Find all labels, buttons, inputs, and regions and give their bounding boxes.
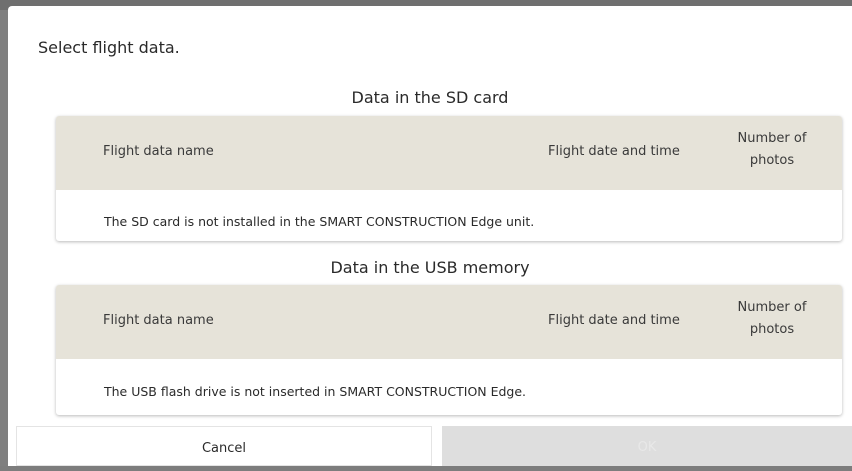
usb-col-flight-date: Flight date and time — [548, 313, 680, 328]
dialog-title: Select flight data. — [38, 38, 180, 57]
sd-table-header: Flight data name Flight date and time Nu… — [56, 116, 842, 190]
sd-col-photo-count: Number of photos — [737, 131, 807, 168]
dialog-button-row: Cancel OK — [16, 426, 852, 466]
sd-section-title: Data in the SD card — [351, 88, 509, 107]
usb-table-header: Flight data name Flight date and time Nu… — [56, 285, 842, 359]
usb-section-title: Data in the USB memory — [330, 258, 530, 277]
sd-col-flight-name: Flight data name — [103, 144, 214, 159]
cancel-button[interactable]: Cancel — [16, 426, 432, 466]
select-flight-data-dialog: Select flight data. Data in the SD card … — [8, 6, 852, 466]
sd-col-flight-date: Flight date and time — [548, 144, 680, 159]
ok-button[interactable]: OK — [442, 426, 852, 466]
sd-empty-message: The SD card is not installed in the SMAR… — [104, 214, 535, 229]
usb-col-photo-count: Number of photos — [737, 300, 807, 337]
usb-empty-message: The USB flash drive is not inserted in S… — [104, 384, 527, 399]
sd-data-table: Flight data name Flight date and time Nu… — [56, 116, 842, 241]
usb-col-flight-name: Flight data name — [103, 313, 214, 328]
usb-data-table: Flight data name Flight date and time Nu… — [56, 285, 842, 415]
